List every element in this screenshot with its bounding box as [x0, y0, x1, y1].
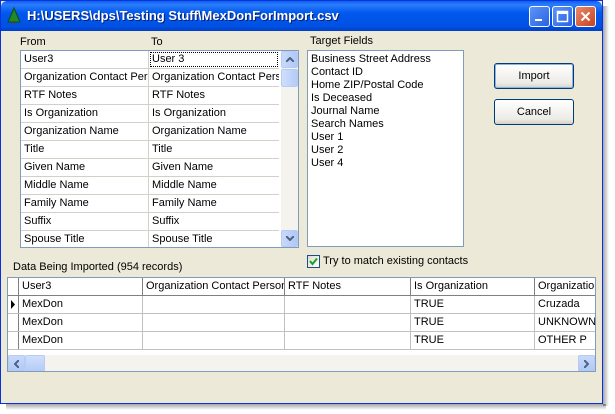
mapping-vertical-scrollbar[interactable] [281, 51, 298, 247]
table-cell[interactable]: MexDon [19, 314, 143, 331]
tree-app-icon [7, 6, 21, 24]
column-header[interactable]: RTF Notes [285, 278, 411, 295]
table-cell[interactable] [143, 332, 285, 349]
mapping-row[interactable]: Is Organization Is Organization [21, 105, 279, 123]
target-field-item[interactable]: User 1 [311, 131, 463, 144]
table-cell[interactable] [285, 296, 411, 313]
mapping-row[interactable]: Given Name Given Name [21, 159, 279, 177]
minimize-button[interactable] [529, 6, 550, 27]
mapping-row[interactable]: Title Title [21, 141, 279, 159]
cancel-button[interactable]: Cancel [494, 99, 574, 125]
mapping-from-cell[interactable]: Organization Name [21, 123, 149, 140]
table-cell[interactable] [285, 314, 411, 331]
row-header[interactable] [8, 296, 19, 313]
mapping-from-cell[interactable]: Title [21, 141, 149, 158]
row-header[interactable] [8, 332, 19, 349]
match-contacts-checkbox[interactable] [307, 255, 320, 268]
horizontal-scroll-thumb[interactable] [25, 355, 45, 371]
table-cell[interactable]: TRUE [411, 296, 535, 313]
maximize-button[interactable] [552, 6, 573, 27]
mapping-to-cell[interactable]: Title [149, 141, 279, 158]
checkmark-icon [309, 257, 318, 266]
import-dialog-window: H:\USERS\dps\Testing Stuff\MexDonForImpo… [0, 0, 603, 404]
imported-data-grid[interactable]: User3 Organization Contact Person RTF Note… [7, 277, 596, 372]
target-field-item[interactable]: User 2 [311, 144, 463, 157]
window-title: H:\USERS\dps\Testing Stuff\MexDonForImpo… [27, 8, 339, 23]
mapping-from-cell[interactable]: Middle Name [21, 177, 149, 194]
mapping-to-cell[interactable]: Family Name [149, 195, 279, 212]
field-mapping-grid[interactable]: User3User 3Organization Contact PersonOr… [20, 50, 299, 248]
table-cell[interactable] [285, 332, 411, 349]
column-header[interactable]: Organization [535, 278, 595, 295]
mapping-to-cell[interactable]: Suffix [149, 213, 279, 230]
current-row-arrow-icon [11, 300, 15, 309]
mapping-row[interactable]: Organization Name Organization Name [21, 123, 279, 141]
column-header[interactable]: Organization Contact Person [143, 278, 285, 295]
mapping-from-cell[interactable]: RTF Notes [21, 87, 149, 104]
mapping-from-cell[interactable]: User3 [21, 51, 149, 68]
mapping-to-cell[interactable]: RTF Notes [149, 87, 279, 104]
table-cell[interactable]: MexDon [19, 332, 143, 349]
target-field-item[interactable]: Business Street Address [311, 53, 463, 66]
mapping-to-cell[interactable]: Middle Name [149, 177, 279, 194]
import-button[interactable]: Import [494, 63, 574, 89]
mapping-row[interactable]: Suffix Suffix [21, 213, 279, 231]
table-row[interactable]: MexDon TRUE Cruzada [8, 296, 595, 314]
imported-grid-header: User3 Organization Contact Person RTF Note… [8, 278, 595, 296]
title-bar[interactable]: H:\USERS\dps\Testing Stuff\MexDonForImpo… [1, 1, 602, 31]
mapping-from-cell[interactable]: Is Organization [21, 105, 149, 122]
target-field-item[interactable]: Journal Name [311, 105, 463, 118]
match-contacts-label[interactable]: Try to match existing contacts [323, 255, 468, 267]
mapping-row[interactable]: Organization Contact PersonOrganization … [21, 69, 279, 87]
table-row[interactable]: MexDon TRUE OTHER P [8, 332, 595, 350]
mapping-from-cell[interactable]: Spouse Title [21, 231, 149, 247]
mapping-row[interactable]: Spouse Title Spouse Title [21, 231, 279, 247]
mapping-row[interactable]: Family Name Family Name [21, 195, 279, 213]
table-cell[interactable]: MexDon [19, 296, 143, 313]
target-field-item[interactable]: User 4 [311, 157, 463, 170]
table-row[interactable]: MexDon TRUE UNKNOWN [8, 314, 595, 332]
scroll-left-icon[interactable] [8, 355, 25, 371]
data-imported-label: Data Being Imported (954 records) [13, 261, 183, 273]
scroll-right-icon[interactable] [578, 355, 595, 371]
to-column-label: To [151, 36, 163, 48]
from-column-label: From [20, 36, 46, 48]
mapping-to-cell[interactable]: Organization Name [149, 123, 279, 140]
table-cell[interactable] [143, 296, 285, 313]
table-cell[interactable]: OTHER P [535, 332, 595, 349]
scroll-down-icon[interactable] [281, 230, 298, 247]
mapping-row[interactable]: User3 User 3 [21, 51, 279, 69]
scroll-thumb[interactable] [281, 69, 298, 87]
mapping-from-cell[interactable]: Suffix [21, 213, 149, 230]
target-fields-label: Target Fields [310, 35, 373, 47]
target-field-item[interactable]: Search Names [311, 118, 463, 131]
table-cell[interactable]: TRUE [411, 314, 535, 331]
table-cell[interactable] [143, 314, 285, 331]
row-header[interactable] [8, 314, 19, 331]
mapping-to-cell[interactable]: Given Name [149, 159, 279, 176]
table-cell[interactable]: Cruzada [535, 296, 595, 313]
mapping-row[interactable]: Middle Name Middle Name [21, 177, 279, 195]
mapping-to-cell[interactable]: User 3 [149, 51, 279, 68]
mapping-from-cell[interactable]: Organization Contact Person [21, 69, 149, 86]
target-field-item[interactable]: Home ZIP/Postal Code [311, 79, 463, 92]
column-header[interactable]: Is Organization [411, 278, 535, 295]
mapping-to-cell[interactable]: Is Organization [149, 105, 279, 122]
target-field-item[interactable]: Contact ID [311, 66, 463, 79]
table-cell[interactable]: UNKNOWN [535, 314, 595, 331]
mapping-row[interactable]: RTF Notes RTF Notes [21, 87, 279, 105]
close-button[interactable] [575, 6, 596, 27]
row-header-corner [8, 278, 19, 295]
imported-horizontal-scrollbar[interactable] [8, 355, 595, 371]
target-fields-list[interactable]: Business Street Address Contact ID Home ZI… [307, 50, 464, 247]
mapping-to-cell[interactable]: Organization Contact Person [149, 69, 279, 86]
mapping-from-cell[interactable]: Family Name [21, 195, 149, 212]
scroll-up-icon[interactable] [281, 51, 298, 68]
table-cell[interactable]: TRUE [411, 332, 535, 349]
column-header[interactable]: User3 [19, 278, 143, 295]
target-field-item[interactable]: Is Deceased [311, 92, 463, 105]
mapping-to-cell[interactable]: Spouse Title [149, 231, 279, 247]
mapping-from-cell[interactable]: Given Name [21, 159, 149, 176]
